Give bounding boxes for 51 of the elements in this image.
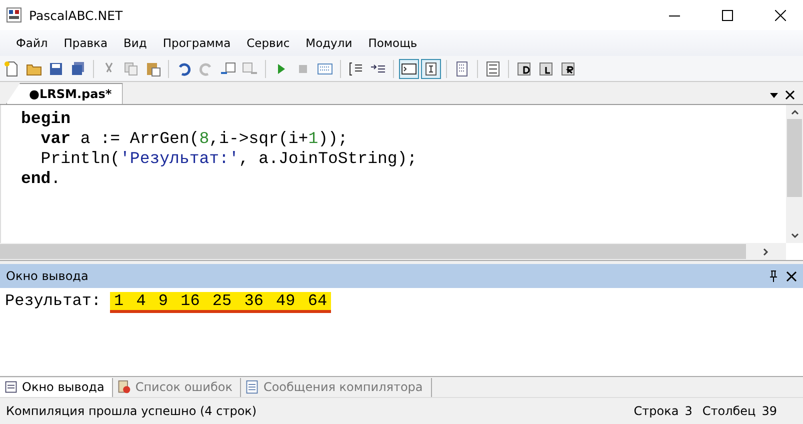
file-tab[interactable]: ●LRSM.pas* bbox=[6, 83, 123, 104]
menu-item[interactable]: Модули bbox=[298, 36, 360, 50]
window-title: PascalABC.NET bbox=[29, 8, 124, 22]
indent-left-icon bbox=[220, 60, 236, 76]
line-label: Строка bbox=[634, 404, 679, 418]
window-icon bbox=[4, 380, 18, 394]
copy-icon bbox=[123, 60, 139, 76]
horizontal-scrollbar[interactable] bbox=[0, 243, 786, 260]
page-d-icon bbox=[516, 60, 532, 76]
error-list-icon bbox=[117, 380, 132, 394]
menu-item[interactable]: Помощь bbox=[360, 36, 426, 50]
code-page-icon bbox=[485, 60, 501, 76]
app-logo-icon bbox=[6, 7, 22, 23]
maximize-icon bbox=[722, 10, 732, 20]
panel-tab[interactable]: Список ошибок bbox=[113, 378, 242, 396]
toolbar-toggle-button[interactable] bbox=[399, 58, 419, 78]
floppy-disks-icon bbox=[70, 60, 86, 76]
menu-item[interactable]: Файл bbox=[8, 36, 56, 50]
document-icon bbox=[245, 380, 260, 394]
highlighted-output: 1 4 9 16 25 36 49 64 bbox=[110, 292, 332, 313]
list-page-icon bbox=[454, 60, 470, 76]
bracket-lines-icon bbox=[348, 60, 364, 76]
new-file-icon bbox=[4, 60, 20, 76]
menu-item[interactable]: Программа bbox=[154, 36, 239, 50]
page-l-icon bbox=[538, 60, 554, 76]
dropdown-icon[interactable] bbox=[769, 90, 779, 100]
close-icon[interactable] bbox=[786, 270, 797, 282]
menu-item[interactable]: Вид bbox=[116, 36, 155, 50]
cursor-page-icon bbox=[423, 60, 439, 76]
dotted-grid-icon bbox=[317, 60, 333, 76]
close-icon[interactable] bbox=[785, 90, 795, 100]
menu-item[interactable]: Сервис bbox=[238, 36, 298, 50]
output-text: Результат: bbox=[5, 292, 102, 310]
redo-icon bbox=[198, 60, 214, 76]
console-icon bbox=[401, 60, 417, 76]
vertical-scrollbar[interactable] bbox=[786, 105, 803, 243]
toolbar-toggle-button[interactable] bbox=[421, 58, 441, 78]
clipboard-icon bbox=[145, 60, 161, 76]
status-message: Компиляция прошла успешно (4 строк) bbox=[6, 404, 258, 418]
menu-item[interactable]: Правка bbox=[56, 36, 116, 50]
panel-title: Окно вывода bbox=[6, 269, 90, 283]
line-number: 3 bbox=[684, 404, 692, 418]
panel-tab[interactable]: Окно вывода bbox=[0, 378, 114, 396]
column-label: Столбец bbox=[702, 404, 756, 418]
pin-icon[interactable] bbox=[768, 270, 778, 282]
close-icon bbox=[774, 10, 786, 20]
panel-tab[interactable]: Сообщения компилятора bbox=[241, 378, 432, 396]
undo-icon bbox=[176, 60, 192, 76]
page-r-icon bbox=[560, 60, 576, 76]
column-number: 39 bbox=[762, 404, 777, 418]
indent-right-icon bbox=[242, 60, 258, 76]
